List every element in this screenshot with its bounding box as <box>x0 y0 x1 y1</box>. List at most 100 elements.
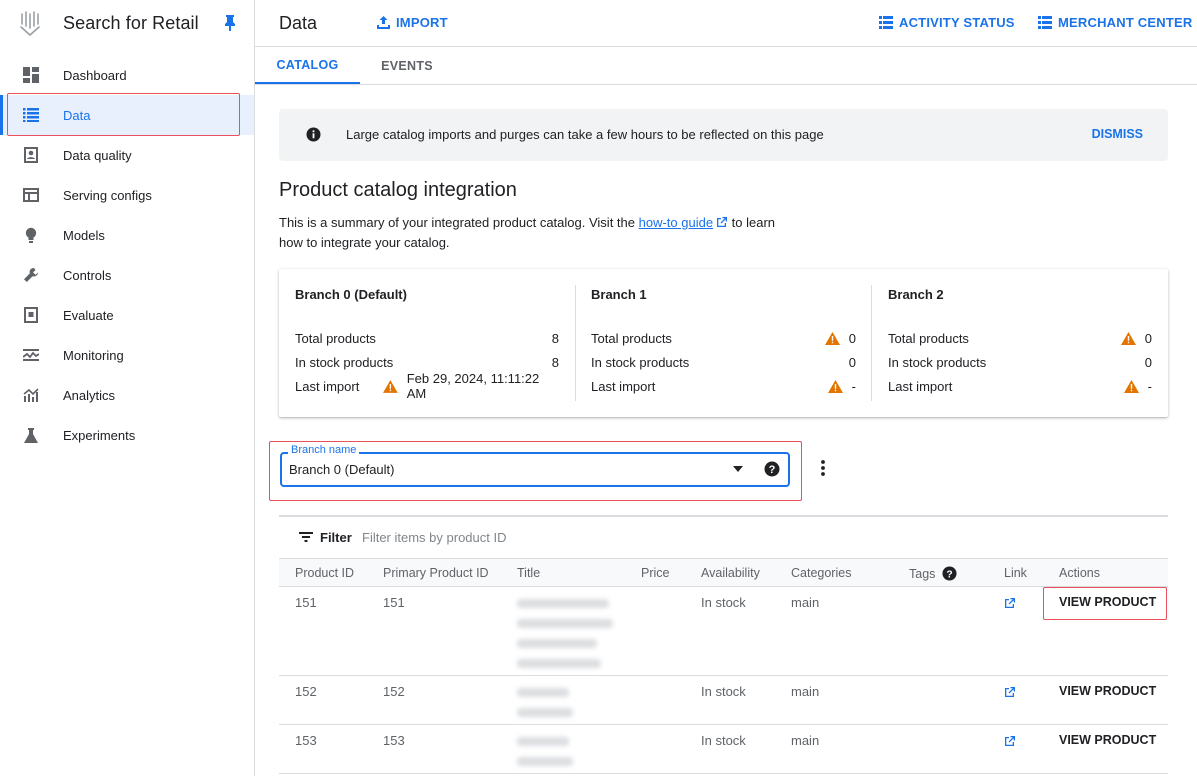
sidebar: Search for Retail Dashboard Data Data qu… <box>0 0 255 776</box>
product-id-cell: 152 <box>295 684 317 699</box>
serving-configs-icon <box>22 186 40 204</box>
table-row: 152 152 In stock main VIEW PRODUCT <box>279 676 1168 725</box>
product-table: Filter Product ID Primary Product ID Tit… <box>279 515 1168 774</box>
value: 0 <box>1144 330 1152 346</box>
sidebar-item-serving-configs[interactable]: Serving configs <box>0 175 254 215</box>
primary-product-id-cell: 153 <box>383 733 405 748</box>
view-product-button[interactable]: VIEW PRODUCT <box>1059 595 1156 609</box>
label: Last import <box>591 378 656 394</box>
merchant-center-button[interactable]: MERCHANT CENTER <box>1038 15 1192 30</box>
top-bar: Data IMPORT ACTIVITY STATUS MERCHANT CEN… <box>255 0 1197 47</box>
external-link-icon <box>717 217 728 227</box>
label: Total products <box>888 330 969 346</box>
how-to-guide-link[interactable]: how-to guide <box>639 215 713 230</box>
sidebar-item-monitoring[interactable]: Monitoring <box>0 335 254 375</box>
label: In stock products <box>295 354 394 370</box>
label: Total products <box>591 330 672 346</box>
view-product-button[interactable]: VIEW PRODUCT <box>1059 733 1156 747</box>
sidebar-item-controls[interactable]: Controls <box>0 255 254 295</box>
description-text: This is a summary of your integrated pro… <box>279 215 639 230</box>
sidebar-item-label: Evaluate <box>63 307 114 323</box>
categories-cell: main <box>791 684 820 699</box>
primary-product-id-cell: 151 <box>383 595 405 610</box>
table-row: 153 153 In stock main VIEW PRODUCT <box>279 725 1168 774</box>
dismiss-button[interactable]: DISMISS <box>1092 127 1143 141</box>
sidebar-nav: Dashboard Data Data quality Serving conf… <box>0 55 254 455</box>
sidebar-item-analytics[interactable]: Analytics <box>0 375 254 415</box>
info-icon <box>306 127 321 142</box>
column-header: Actions <box>1059 566 1100 580</box>
value: 8 <box>551 354 559 370</box>
categories-cell: main <box>791 595 820 610</box>
sidebar-item-label: Dashboard <box>63 67 127 83</box>
external-link-icon[interactable] <box>1004 735 1016 747</box>
column-header: Product ID <box>295 566 355 580</box>
brand: Search for Retail <box>0 0 254 47</box>
external-link-icon[interactable] <box>1004 597 1016 609</box>
availability-cell: In stock <box>701 684 746 699</box>
total-products-row: Total products 0 <box>591 328 856 348</box>
column-header: Title <box>517 566 541 580</box>
help-icon[interactable]: ? <box>942 566 957 581</box>
sidebar-item-label: Experiments <box>63 427 136 443</box>
warning-icon <box>824 331 840 345</box>
list-icon <box>1038 16 1052 29</box>
pin-icon[interactable] <box>222 14 238 32</box>
branch-title: Branch 1 <box>591 287 647 302</box>
tab-catalog[interactable]: CATALOG <box>255 47 360 84</box>
product-id-cell: 153 <box>295 733 317 748</box>
sidebar-item-data-quality[interactable]: Data quality <box>0 135 254 175</box>
page-title: Data <box>279 12 318 33</box>
availability-cell: In stock <box>701 733 746 748</box>
last-import-row: Last import - <box>591 376 856 396</box>
title-cell-blurred <box>517 593 617 679</box>
column-header: Tags <box>909 566 936 581</box>
search-for-retail-logo-icon <box>20 10 40 36</box>
sidebar-item-label: Models <box>63 227 105 243</box>
help-icon[interactable]: ? <box>764 461 780 477</box>
sidebar-item-label: Controls <box>63 267 112 283</box>
sidebar-item-models[interactable]: Models <box>0 215 254 255</box>
column-header: Availability <box>701 566 760 580</box>
lightbulb-icon <box>22 226 40 244</box>
in-stock-row: In stock products 0 <box>591 352 856 372</box>
branch-card: Branch 0 (Default) Total products 8 In s… <box>279 269 575 417</box>
availability-cell: In stock <box>701 595 746 610</box>
external-link-icon[interactable] <box>1004 686 1016 698</box>
merchant-center-label: MERCHANT CENTER <box>1058 15 1193 30</box>
svg-text:?: ? <box>769 464 776 476</box>
branch-name-select[interactable]: Branch name Branch 0 (Default) ? <box>280 444 790 487</box>
svg-text:?: ? <box>947 569 953 580</box>
sidebar-item-evaluate[interactable]: Evaluate <box>0 295 254 335</box>
branch-title: Branch 2 <box>888 287 944 302</box>
list-icon <box>22 106 40 124</box>
label: Last import <box>295 378 360 394</box>
last-import-row: Last import - <box>888 376 1152 396</box>
primary-product-id-cell: 152 <box>383 684 405 699</box>
label: Total products <box>295 330 376 346</box>
import-button[interactable]: IMPORT <box>377 15 448 30</box>
more-vert-icon[interactable] <box>815 458 831 478</box>
sidebar-item-label: Analytics <box>63 387 116 403</box>
flask-icon <box>22 426 40 444</box>
in-stock-row: In stock products 0 <box>888 352 1152 372</box>
sidebar-item-dashboard[interactable]: Dashboard <box>0 55 254 95</box>
tab-events[interactable]: EVENTS <box>360 47 454 84</box>
info-banner: Large catalog imports and purges can tak… <box>279 109 1168 161</box>
table-row: 151 151 In stock main VIEW PRODUCT <box>279 587 1168 676</box>
column-header: Primary Product ID <box>383 566 489 580</box>
categories-cell: main <box>791 733 820 748</box>
evaluate-icon <box>22 306 40 324</box>
filter-bar: Filter <box>279 515 1168 558</box>
total-products-row: Total products 0 <box>888 328 1152 348</box>
monitoring-icon <box>22 346 40 364</box>
last-import-row: Last import Feb 29, 2024, 11:11:22 AM <box>295 371 559 401</box>
sidebar-item-label: Serving configs <box>63 187 152 203</box>
sidebar-item-label: Data <box>63 107 91 123</box>
activity-status-button[interactable]: ACTIVITY STATUS <box>879 15 1015 30</box>
filter-input[interactable] <box>362 525 762 549</box>
view-product-button[interactable]: VIEW PRODUCT <box>1059 684 1156 698</box>
column-header: Price <box>641 566 670 580</box>
sidebar-item-experiments[interactable]: Experiments <box>0 415 254 455</box>
sidebar-item-data[interactable]: Data <box>0 95 254 135</box>
